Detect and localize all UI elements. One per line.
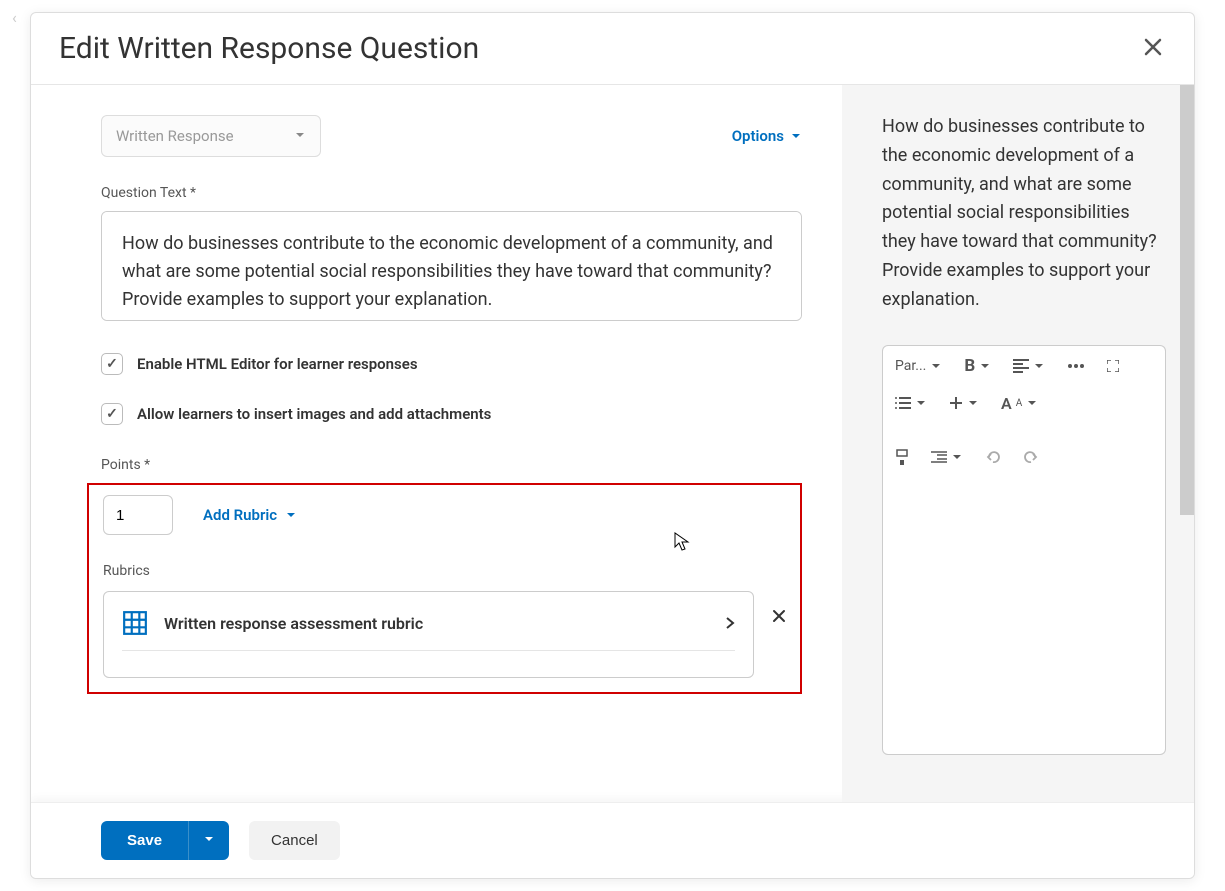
rubrics-section-label: Rubrics xyxy=(103,563,786,579)
options-label: Options xyxy=(732,127,784,145)
rte-format-painter-button[interactable] xyxy=(895,449,909,465)
chevron-down-icon xyxy=(285,509,297,521)
rte-redo-button[interactable] xyxy=(1023,450,1039,464)
enable-html-label: Enable HTML Editor for learner responses xyxy=(137,355,418,373)
rte-editor-body[interactable] xyxy=(882,475,1166,755)
rte-paragraph-select[interactable]: Par... xyxy=(895,358,942,374)
chevron-down-icon xyxy=(930,360,942,372)
fullscreen-icon xyxy=(1107,360,1119,372)
modal-footer: Save Cancel xyxy=(31,802,1194,878)
points-input[interactable] xyxy=(103,495,173,535)
question-text-label: Question Text * xyxy=(101,185,802,201)
rubric-card[interactable]: Written response assessment rubric xyxy=(103,591,754,678)
modal-header: Edit Written Response Question xyxy=(31,13,1194,85)
chevron-down-icon xyxy=(1026,397,1038,409)
rubric-name: Written response assessment rubric xyxy=(164,614,709,633)
rte-fullscreen-button[interactable] xyxy=(1107,360,1119,372)
rte-align-button[interactable] xyxy=(1013,359,1045,373)
enable-html-checkbox[interactable] xyxy=(101,353,123,375)
allow-attachments-label: Allow learners to insert images and add … xyxy=(137,405,491,423)
redo-icon xyxy=(1023,450,1039,464)
remove-rubric-button[interactable] xyxy=(772,591,786,628)
rte-fontsize-button[interactable]: AA xyxy=(1001,394,1038,413)
edit-question-modal: Edit Written Response Question Written R… xyxy=(30,12,1195,879)
rte-bold-button[interactable]: B xyxy=(964,356,991,376)
rte-undo-button[interactable] xyxy=(985,450,1001,464)
indent-icon xyxy=(931,451,947,463)
chevron-down-icon xyxy=(951,451,963,463)
rubric-grid-icon xyxy=(122,610,148,636)
rte-more-button[interactable] xyxy=(1067,363,1085,369)
undo-icon xyxy=(985,450,1001,464)
preview-pane: How do businesses contribute to the econ… xyxy=(842,85,1194,802)
add-rubric-label: Add Rubric xyxy=(203,506,277,524)
plus-icon xyxy=(949,396,963,410)
question-text-input[interactable] xyxy=(101,211,802,321)
modal-body: Written Response Options Question Text *… xyxy=(31,85,1194,802)
scrollbar[interactable] xyxy=(1180,85,1194,515)
chevron-down-icon xyxy=(1033,360,1045,372)
chevron-down-icon xyxy=(203,833,215,845)
close-icon xyxy=(1144,38,1162,56)
save-dropdown-button[interactable] xyxy=(188,821,229,860)
close-icon xyxy=(772,609,786,623)
ellipsis-icon xyxy=(1067,363,1085,369)
modal-title: Edit Written Response Question xyxy=(59,31,479,66)
chevron-down-icon xyxy=(915,397,927,409)
expand-right-icon[interactable] xyxy=(725,616,735,630)
chevron-down-icon xyxy=(979,360,991,372)
question-type-select[interactable]: Written Response xyxy=(101,115,321,157)
rubric-highlight-region: Add Rubric Rubrics xyxy=(87,483,802,694)
add-rubric-button[interactable]: Add Rubric xyxy=(203,506,297,524)
rte-indent-button[interactable] xyxy=(931,451,963,463)
align-left-icon xyxy=(1013,359,1029,373)
chevron-down-icon xyxy=(294,127,306,145)
format-painter-icon xyxy=(895,449,909,465)
rte-list-button[interactable] xyxy=(895,396,927,410)
allow-attachments-checkbox[interactable] xyxy=(101,403,123,425)
points-label: Points * xyxy=(101,457,802,473)
options-button[interactable]: Options xyxy=(732,127,802,145)
editor-pane: Written Response Options Question Text *… xyxy=(31,85,842,802)
rte-insert-button[interactable] xyxy=(949,396,979,410)
preview-question-text: How do businesses contribute to the econ… xyxy=(882,113,1166,315)
list-icon xyxy=(895,396,911,410)
close-button[interactable] xyxy=(1140,33,1166,65)
save-button[interactable]: Save xyxy=(101,821,188,860)
cancel-button[interactable]: Cancel xyxy=(249,821,340,860)
chevron-down-icon xyxy=(967,397,979,409)
rte-toolbar: Par... B xyxy=(882,345,1166,475)
question-type-value: Written Response xyxy=(116,127,234,145)
chevron-down-icon xyxy=(790,130,802,142)
